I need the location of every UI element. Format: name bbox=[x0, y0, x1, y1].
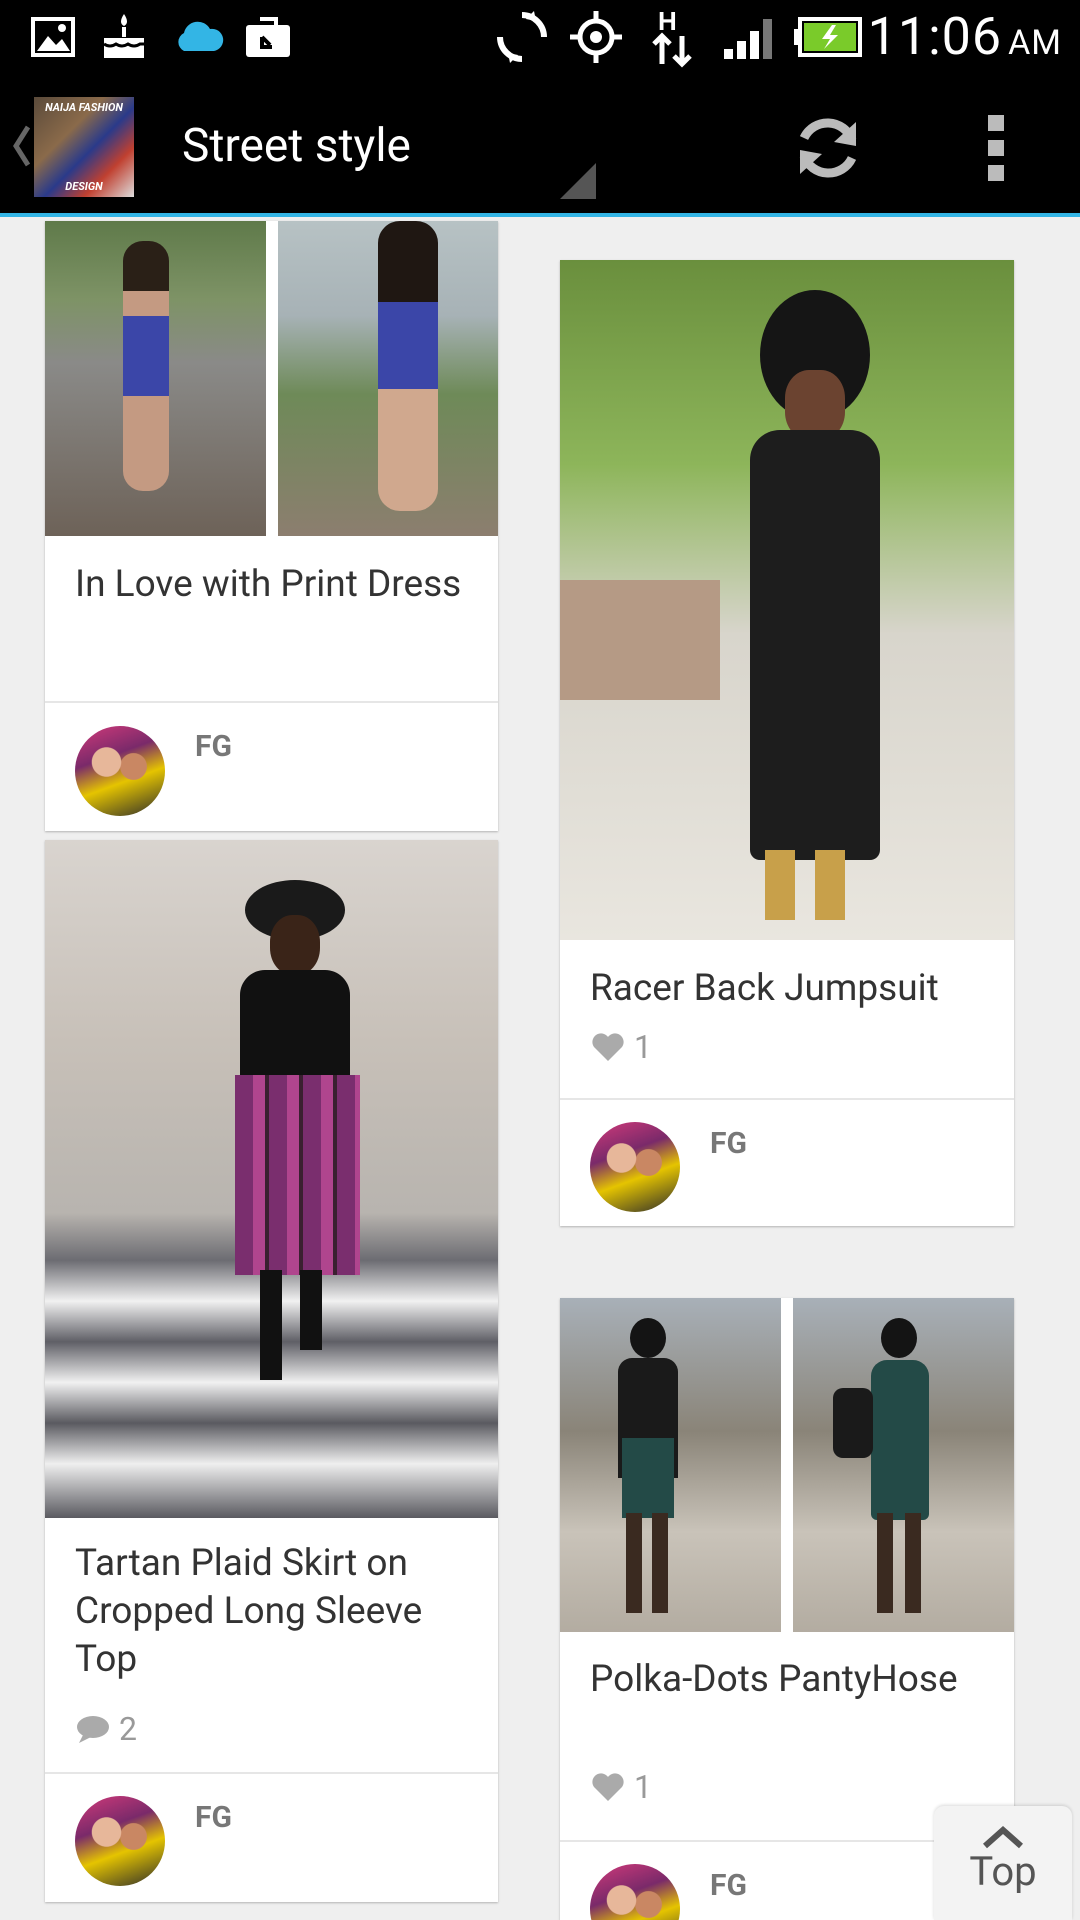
cake-icon bbox=[100, 12, 148, 62]
dropdown-indicator-icon[interactable] bbox=[560, 163, 596, 199]
upload-icon bbox=[242, 12, 294, 62]
post-title[interactable]: Racer Back Jumpsuit bbox=[590, 965, 990, 1013]
page-title[interactable]: Street style bbox=[182, 119, 411, 173]
post-card[interactable]: Racer Back Jumpsuit 1 FG bbox=[560, 260, 1014, 1226]
post-card[interactable]: Tartan Plaid Skirt on Cropped Long Sleev… bbox=[45, 840, 498, 1902]
author-name[interactable]: FG bbox=[195, 1800, 232, 1835]
post-title[interactable]: Tartan Plaid Skirt on Cropped Long Sleev… bbox=[75, 1540, 474, 1684]
heart-icon bbox=[592, 1033, 624, 1061]
comments-count[interactable]: 2 bbox=[75, 1710, 137, 1748]
sync-icon bbox=[494, 11, 550, 63]
likes-value: 1 bbox=[634, 1768, 652, 1806]
logo-text-bottom: DESIGN bbox=[65, 180, 103, 193]
post-photo[interactable] bbox=[45, 221, 498, 536]
app-logo[interactable]: NAIJA FASHION DESIGN bbox=[34, 97, 134, 197]
divider bbox=[560, 1098, 1014, 1100]
data-h-icon: H bbox=[648, 6, 698, 68]
back-chevron-icon[interactable] bbox=[10, 123, 32, 169]
likes-value: 1 bbox=[634, 1028, 652, 1066]
author-avatar[interactable] bbox=[590, 1864, 680, 1920]
clock: 11:06 AM bbox=[867, 6, 1062, 67]
author-name[interactable]: FG bbox=[710, 1868, 747, 1903]
gallery-icon bbox=[30, 12, 76, 62]
battery-icon bbox=[792, 12, 862, 62]
svg-text:H: H bbox=[658, 6, 677, 36]
likes-count[interactable]: 1 bbox=[590, 1028, 652, 1066]
author-avatar[interactable] bbox=[75, 726, 165, 816]
cloud-icon bbox=[172, 12, 224, 62]
author-avatar[interactable] bbox=[75, 1796, 165, 1886]
comments-value: 2 bbox=[119, 1710, 137, 1748]
divider bbox=[45, 1772, 498, 1774]
heart-icon bbox=[592, 1773, 624, 1801]
scroll-to-top-button[interactable]: Top bbox=[934, 1806, 1072, 1920]
signal-icon bbox=[722, 12, 778, 62]
logo-text-top: NAIJA FASHION bbox=[45, 101, 123, 114]
refresh-icon[interactable] bbox=[790, 110, 866, 186]
likes-count[interactable]: 1 bbox=[590, 1768, 652, 1806]
author-name[interactable]: FG bbox=[195, 729, 232, 764]
author-avatar[interactable] bbox=[590, 1122, 680, 1212]
overflow-menu-icon[interactable] bbox=[985, 115, 1007, 181]
divider bbox=[45, 701, 498, 703]
comment-icon bbox=[77, 1716, 109, 1743]
status-bar: H 11:06 AM bbox=[0, 0, 1080, 75]
author-name[interactable]: FG bbox=[710, 1126, 747, 1161]
post-photo[interactable] bbox=[560, 1298, 1014, 1632]
action-bar: NAIJA FASHION DESIGN Street style bbox=[0, 75, 1080, 217]
top-button-label: Top bbox=[969, 1848, 1037, 1895]
post-card[interactable]: In Love with Print Dress FG bbox=[45, 221, 498, 831]
post-photo[interactable] bbox=[45, 840, 498, 1518]
post-photo[interactable] bbox=[560, 260, 1014, 940]
post-title[interactable]: In Love with Print Dress bbox=[75, 561, 474, 609]
post-title[interactable]: Polka-Dots PantyHose bbox=[590, 1656, 990, 1704]
gps-icon bbox=[568, 11, 624, 63]
